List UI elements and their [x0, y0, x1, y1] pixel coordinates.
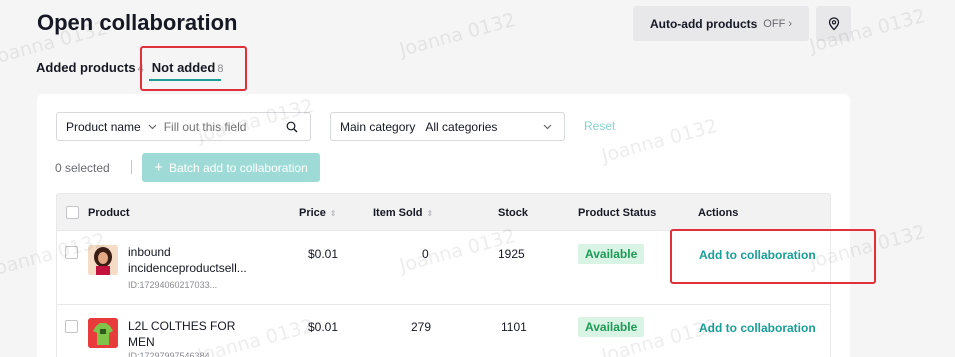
item-sold: 0	[422, 247, 429, 261]
auto-add-state: OFF ›	[763, 17, 793, 30]
chevron-down-icon	[543, 124, 552, 130]
selected-count: 0 selected	[55, 161, 110, 175]
main-category-value: All categories	[425, 119, 498, 134]
stock: 1925	[498, 247, 525, 261]
product-thumbnail	[88, 318, 118, 348]
header-price[interactable]: Price ⇕	[299, 207, 337, 219]
tab-added-products[interactable]: Added products 4	[36, 60, 144, 75]
sort-icon: ⇕	[426, 209, 434, 218]
plus-icon: +	[154, 158, 163, 176]
batch-add-button[interactable]: + Batch add to collaboration	[142, 153, 320, 182]
divider	[131, 160, 132, 174]
product-search-input[interactable]	[163, 119, 282, 134]
tab-count: 4	[137, 63, 144, 75]
main-category-label: Main category	[340, 119, 416, 134]
add-to-collaboration-link[interactable]: Add to collaboration	[699, 321, 816, 335]
select-all-checkbox[interactable]	[66, 206, 79, 219]
active-tab-indicator	[149, 79, 221, 81]
search-icon[interactable]	[286, 121, 298, 133]
location-pin-button[interactable]	[816, 6, 851, 41]
stock: 1101	[501, 320, 527, 334]
product-name[interactable]: L2L COLTHES FOR MEN	[128, 318, 238, 350]
item-sold: 279	[411, 320, 432, 334]
product-id: ID:17294060217033...	[128, 280, 218, 290]
row-checkbox[interactable]	[65, 320, 78, 333]
status-badge: Available	[578, 244, 645, 264]
chevron-right-icon: ›	[788, 17, 793, 30]
tab-count: 8	[217, 63, 224, 75]
batch-add-label: Batch add to collaboration	[169, 160, 308, 175]
header-item-sold[interactable]: Item Sold ⇕	[373, 207, 433, 219]
main-category-select[interactable]: Main category All categories	[330, 112, 565, 141]
tab-label: Not added	[151, 60, 216, 75]
product-name-filter: Product name	[56, 112, 311, 141]
row-checkbox[interactable]	[65, 246, 78, 259]
auto-add-label: Auto-add products	[649, 16, 758, 31]
add-to-collaboration-link[interactable]: Add to collaboration	[699, 248, 816, 262]
reset-button[interactable]: Reset	[584, 119, 615, 133]
watermark: Joanna 0132	[397, 8, 518, 62]
header-stock: Stock	[498, 207, 528, 219]
table-header: Product Price ⇕ Item Sold ⇕ Stock Product …	[56, 193, 831, 231]
status-badge: Available	[578, 317, 645, 337]
page-title: Open collaboration	[37, 10, 238, 35]
product-id: ID:17297997546384...	[128, 351, 218, 357]
product-name-dropdown[interactable]: Product name	[57, 120, 157, 134]
product-thumbnail	[88, 245, 118, 275]
product-name-label: Product name	[66, 119, 141, 134]
header-product-status: Product Status	[578, 207, 657, 219]
auto-add-products-button[interactable]: Auto-add products OFF ›	[633, 6, 809, 41]
tab-bar: Added products 4 Not added 8	[36, 60, 231, 75]
tab-not-added[interactable]: Not added 8	[152, 60, 224, 75]
product-price: $0.01	[308, 320, 339, 334]
header-product: Product	[88, 207, 130, 219]
tab-label: Added products	[36, 60, 136, 75]
chevron-down-icon	[148, 124, 157, 129]
sort-icon: ⇕	[329, 209, 337, 218]
product-price: $0.01	[308, 247, 339, 261]
location-pin-icon	[828, 16, 839, 30]
product-name[interactable]: inbound incidenceproductsell...	[128, 244, 278, 276]
header-actions: Actions	[698, 207, 739, 219]
